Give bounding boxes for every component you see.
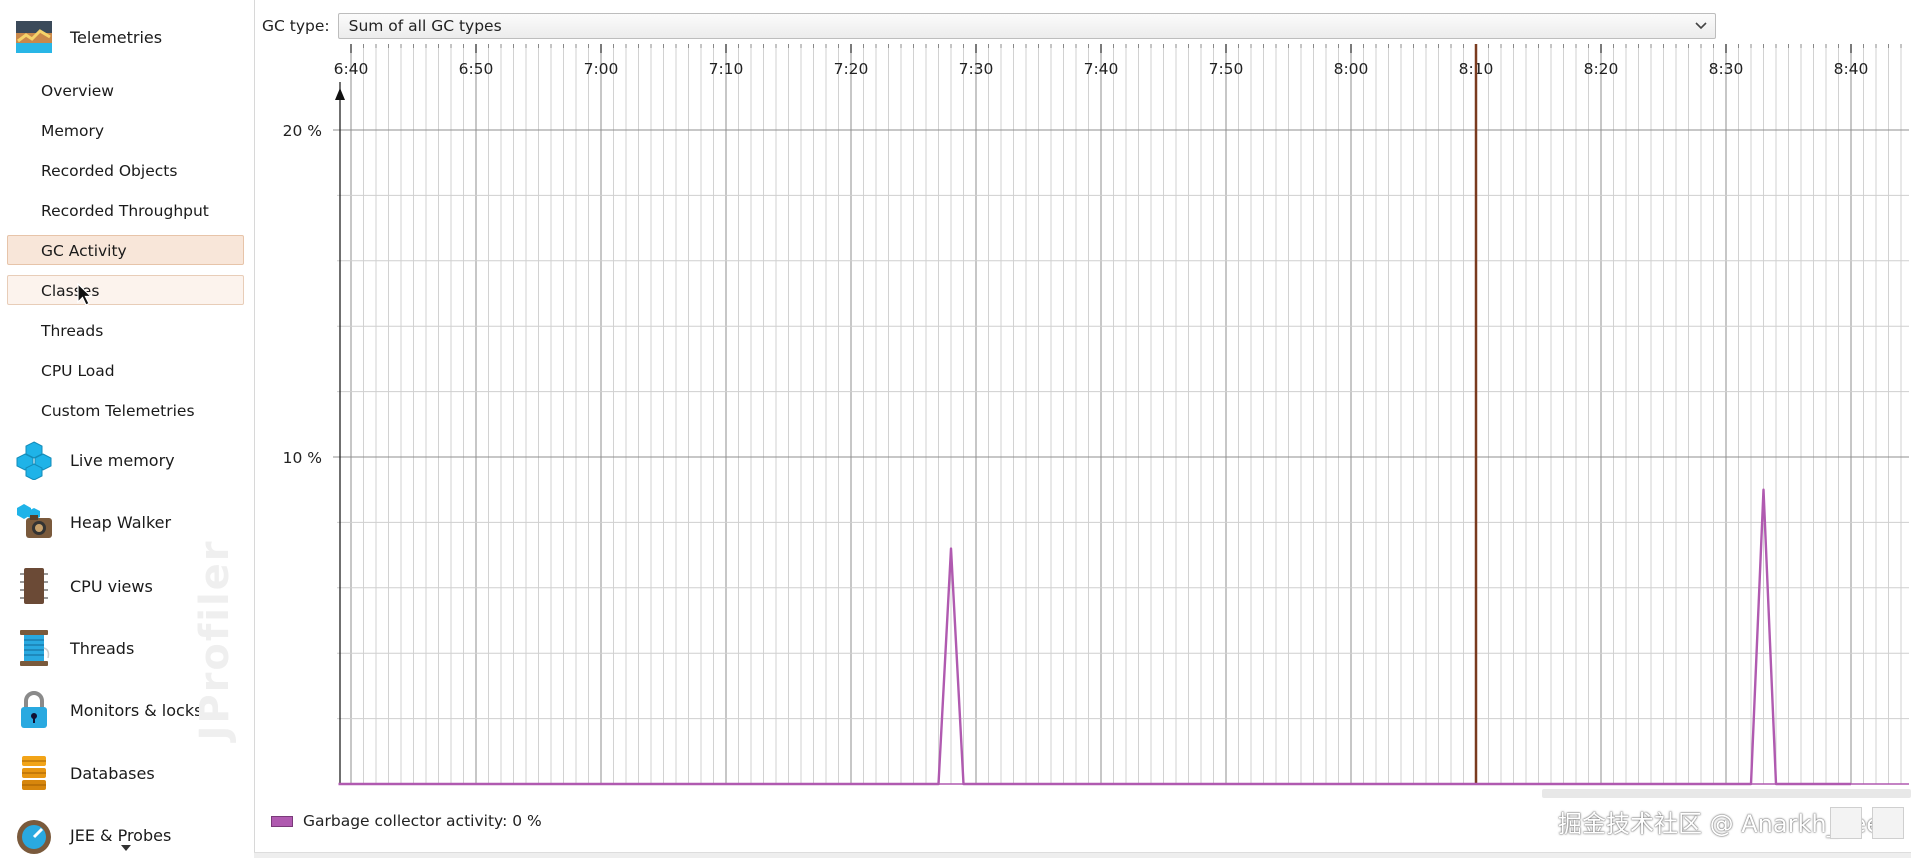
y-tick-label: 20 %: [283, 122, 322, 140]
sidebar-section-monitors-locks-label: Monitors & locks: [70, 701, 202, 720]
chart-legend: Garbage collector activity: 0 %: [271, 810, 542, 832]
status-strip: [254, 852, 1911, 858]
chart-zoom-button[interactable]: [1830, 807, 1862, 839]
sidebar-section-heap-walker[interactable]: Heap Walker: [14, 498, 171, 546]
gc-activity-chart[interactable]: 6:406:507:007:107:207:307:407:508:008:10…: [254, 44, 1911, 794]
sidebar-section-threads-label: Threads: [70, 639, 134, 658]
sidebar-section-databases-label: Databases: [70, 764, 155, 783]
sidebar-section-monitors-locks[interactable]: Monitors & locks: [14, 686, 202, 734]
x-tick-label: 8:40: [1834, 60, 1869, 78]
sidebar-item-memory[interactable]: Memory: [7, 115, 244, 145]
telemetries-icon: [14, 17, 54, 57]
scroll-down-icon[interactable]: [121, 845, 131, 851]
sidebar-item-overview[interactable]: Overview: [7, 75, 244, 105]
sidebar-section-live-memory[interactable]: Live memory: [14, 436, 175, 484]
x-tick-label: 6:50: [459, 60, 494, 78]
gc-activity-panel: GC type: Sum of all GC types 6:40 6:50 7:0…: [254, 0, 1911, 857]
series-line-garbage-collector-activity: [339, 490, 1852, 784]
sidebar-item-threads-telemetry[interactable]: Threads: [7, 315, 244, 345]
legend-swatch: [271, 816, 293, 827]
chart-minor-grid: [351, 44, 1901, 784]
x-tick-label: 8:30: [1709, 60, 1744, 78]
x-tick-label: 7:30: [959, 60, 994, 78]
sidebar-section-threads[interactable]: Threads: [14, 624, 134, 672]
gc-type-value: Sum of all GC types: [349, 17, 502, 35]
chart-series-layer: [339, 490, 1910, 784]
chart-horizontal-scrollbar[interactable]: [1542, 789, 1911, 798]
sidebar-item-recorded-throughput[interactable]: Recorded Throughput: [7, 195, 244, 225]
chart-fit-button[interactable]: [1872, 807, 1904, 839]
chart-x-axis: 6:406:507:007:107:207:307:407:508:008:10…: [334, 44, 1901, 78]
chart-horizontal-grid: [333, 130, 1909, 719]
jee-probes-icon: [14, 815, 54, 855]
x-tick-label: 7:20: [834, 60, 869, 78]
chevron-down-icon: [1695, 22, 1707, 30]
jprofiler-watermark: JProfiler: [192, 539, 238, 740]
monitors-locks-icon: [14, 690, 54, 730]
heap-walker-icon: [14, 502, 54, 542]
sidebar-section-jee-probes-label: JEE & Probes: [70, 826, 171, 845]
sidebar-item-cpu-load[interactable]: CPU Load: [7, 355, 244, 385]
sidebar-section-cpu-views-label: CPU views: [70, 577, 153, 596]
x-tick-label: 8:20: [1584, 60, 1619, 78]
y-axis-arrow-icon: [335, 88, 345, 100]
x-tick-label: 8:00: [1334, 60, 1369, 78]
threads-icon: [14, 628, 54, 668]
x-tick-label: 7:10: [709, 60, 744, 78]
y-tick-label: 10 %: [283, 449, 322, 467]
navigation-sidebar: Telemetries Overview Memory Recorded Obj…: [0, 0, 255, 857]
sidebar-section-live-memory-label: Live memory: [70, 451, 175, 470]
cpu-views-icon: [14, 566, 54, 606]
sidebar-item-classes[interactable]: Classes: [7, 275, 244, 305]
chart-y-axis: 20 % 10 %: [283, 122, 322, 467]
mouse-cursor-icon: [77, 283, 93, 307]
gc-type-dropdown[interactable]: Sum of all GC types: [338, 13, 1716, 39]
sidebar-section-telemetries-label: Telemetries: [70, 28, 162, 47]
sidebar-section-cpu-views[interactable]: CPU views: [14, 562, 153, 610]
sidebar-section-heap-walker-label: Heap Walker: [70, 513, 171, 532]
legend-label: Garbage collector activity: 0 %: [303, 812, 542, 830]
x-tick-label: 7:00: [584, 60, 619, 78]
sidebar-item-recorded-objects[interactable]: Recorded Objects: [7, 155, 244, 185]
gc-type-label: GC type:: [262, 17, 330, 35]
sidebar-section-databases[interactable]: Databases: [14, 749, 155, 797]
sidebar-section-telemetries[interactable]: Telemetries: [14, 13, 162, 61]
databases-icon: [14, 753, 54, 793]
live-memory-icon: [14, 440, 54, 480]
sidebar-item-custom-telemetries[interactable]: Custom Telemetries: [7, 395, 244, 425]
x-tick-label: 7:50: [1209, 60, 1244, 78]
x-tick-label: 7:40: [1084, 60, 1119, 78]
sidebar-item-gc-activity[interactable]: GC Activity: [7, 235, 244, 265]
sidebar-section-jee-probes[interactable]: JEE & Probes: [14, 811, 171, 857]
gc-type-row: GC type: Sum of all GC types: [262, 12, 1716, 40]
x-tick-label: 6:40: [334, 60, 369, 78]
